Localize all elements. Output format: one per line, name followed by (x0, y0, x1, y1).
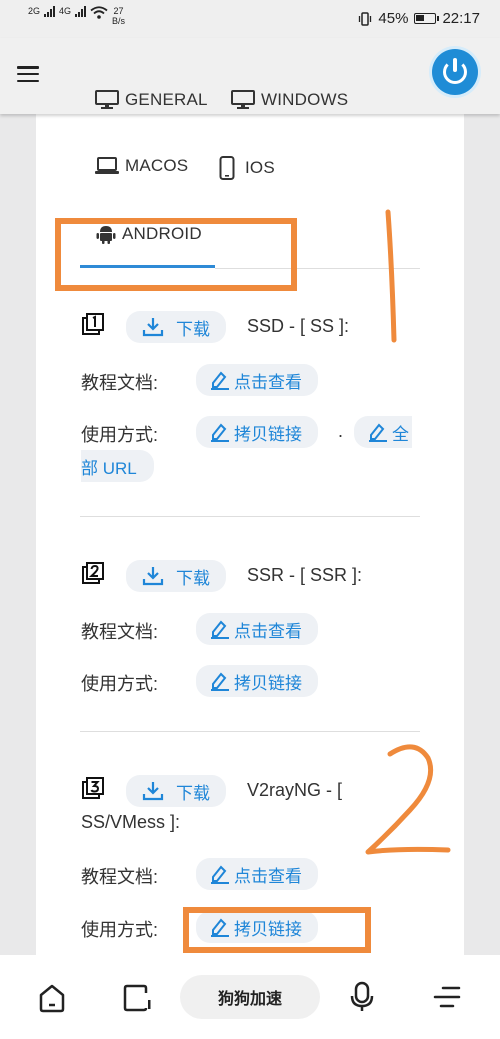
view-tutorial-button-1[interactable]: 点击查看 (196, 364, 318, 396)
menu-lines-icon[interactable] (433, 985, 461, 1009)
download-button-3[interactable]: 下载 (126, 775, 226, 807)
tab-windows-label: WINDOWS (261, 90, 349, 109)
microphone-icon[interactable] (350, 981, 374, 1013)
tab-ios-label: IOS (245, 158, 275, 177)
usage-label: 使用方式: (81, 920, 159, 940)
signal-bars-icon-2 (75, 6, 87, 17)
edit-icon (369, 423, 387, 442)
section-title-v2rayng-line2: SS/VMess ]: (81, 812, 181, 832)
desktop-icon (95, 90, 119, 109)
laptop-icon (95, 157, 119, 174)
vibrate-icon (359, 11, 372, 26)
annotation-box-android (55, 218, 297, 291)
tutorial-label: 教程文档: (81, 373, 159, 393)
section-title-v2rayng-line1: V2rayNG - [ (247, 780, 343, 800)
section-divider-1 (80, 516, 420, 517)
view-tutorial-button-3[interactable]: 点击查看 (196, 858, 318, 890)
search-label: 狗狗加速 (217, 991, 282, 1008)
usage-label: 使用方式: (81, 425, 159, 445)
signal-bars-icon (44, 6, 56, 17)
download-icon (142, 782, 164, 801)
signal-4g-label: 4G (59, 6, 72, 16)
view-tutorial-button-2[interactable]: 点击查看 (196, 613, 318, 645)
all-url-button-part2[interactable]: 部 URL (81, 450, 154, 482)
section-title-ssd: SSD - [ SS ]: (247, 316, 350, 336)
signal-2g-label: 2G (28, 6, 41, 16)
tab-ios[interactable]: IOS (219, 156, 275, 180)
edit-icon (211, 672, 229, 691)
filter-2-icon (82, 562, 104, 584)
clock: 22:17 (442, 10, 480, 27)
battery-icon (414, 13, 440, 24)
edit-icon (211, 620, 229, 639)
net-speed: 27 B/s (112, 6, 125, 26)
filter-3-icon (82, 777, 104, 799)
download-button-2[interactable]: 下载 (126, 560, 226, 592)
copy-link-label: 拷贝链接 (234, 424, 302, 444)
all-url-button-part1[interactable]: 全 (354, 416, 412, 448)
all-url-label-part2: 部 URL (81, 458, 137, 478)
copy-link-label: 拷贝链接 (234, 673, 302, 693)
battery-percent: 45% (378, 10, 409, 27)
wifi-icon (90, 6, 108, 19)
copy-link-button-1[interactable]: 拷贝链接 (196, 416, 318, 448)
annotation-number-2 (365, 744, 451, 855)
status-bar: 2G 4G 27 B/s 45% 22:17 (0, 0, 500, 38)
tab-general-label: GENERAL (125, 90, 208, 109)
section-title-ssr: SSR - [ SSR ]: (247, 565, 363, 585)
annotation-box-copy-link (183, 907, 371, 953)
annotation-number-1 (385, 209, 397, 343)
view-label: 点击查看 (234, 621, 302, 641)
copy-link-button-2[interactable]: 拷贝链接 (196, 665, 318, 697)
edit-icon (211, 423, 229, 442)
bottom-nav: 狗狗加速 (0, 955, 500, 1039)
home-icon[interactable] (38, 983, 66, 1013)
separator-dot: . (338, 421, 344, 441)
search-button[interactable]: 狗狗加速 (180, 975, 320, 1019)
view-label: 点击查看 (234, 866, 302, 886)
tutorial-label: 教程文档: (81, 622, 159, 642)
download-label: 下载 (176, 319, 210, 339)
net-speed-unit: B/s (112, 16, 126, 26)
tab-macos[interactable]: MACOS (95, 156, 188, 176)
view-label: 点击查看 (234, 372, 302, 392)
tutorial-label: 教程文档: (81, 867, 159, 887)
download-label: 下载 (176, 568, 210, 588)
tab-windows[interactable]: WINDOWS (231, 90, 348, 110)
download-icon (142, 318, 164, 337)
power-bar (453, 58, 457, 72)
app-logo-power-icon[interactable] (432, 49, 478, 95)
all-url-label-part1: 全 (392, 424, 409, 444)
app-header: GENERAL WINDOWS (0, 38, 500, 114)
phone-icon (219, 156, 235, 180)
status-right: 45% 22:17 (358, 10, 480, 27)
desktop-icon (231, 90, 255, 109)
filter-1-icon (82, 313, 104, 335)
menu-icon[interactable] (17, 66, 39, 82)
section-divider-2 (80, 731, 420, 732)
net-speed-value: 27 (113, 6, 124, 16)
download-label: 下载 (176, 783, 210, 803)
download-icon (142, 567, 164, 586)
tabs-icon[interactable] (122, 983, 152, 1013)
tab-macos-label: MACOS (125, 156, 189, 175)
usage-label: 使用方式: (81, 674, 159, 694)
edit-icon (211, 371, 229, 390)
tab-general[interactable]: GENERAL (95, 90, 208, 110)
signal-area: 2G 4G 27 B/s (28, 6, 125, 26)
edit-icon (211, 865, 229, 884)
download-button-1[interactable]: 下载 (126, 311, 226, 343)
